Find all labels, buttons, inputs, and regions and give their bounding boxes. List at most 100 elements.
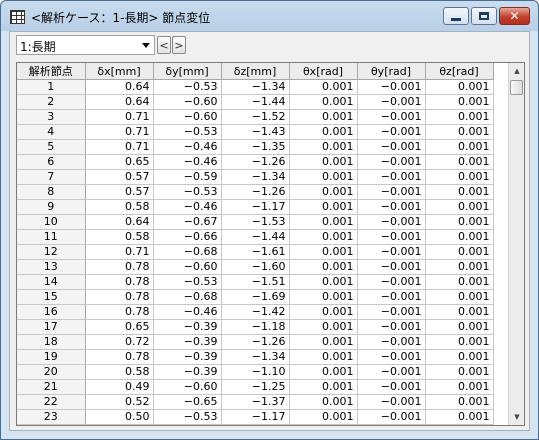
table-cell[interactable]: −0.59 — [153, 169, 222, 185]
column-header[interactable]: θy[rad] — [357, 63, 426, 80]
table-cell[interactable]: −1.26 — [221, 184, 290, 200]
table-cell[interactable]: −1.44 — [221, 94, 290, 110]
scroll-thumb[interactable] — [510, 80, 523, 95]
row-header-cell[interactable]: 11 — [17, 229, 86, 245]
table-cell[interactable]: −1.60 — [221, 259, 290, 275]
table-cell[interactable]: 0.001 — [289, 124, 358, 140]
row-header-cell[interactable]: 2 — [17, 94, 86, 110]
table-cell[interactable]: −0.001 — [357, 124, 426, 140]
table-cell[interactable]: 0.50 — [85, 409, 154, 425]
table-cell[interactable]: −1.51 — [221, 274, 290, 290]
table-cell[interactable]: −1.10 — [221, 364, 290, 380]
row-header-cell[interactable]: 20 — [17, 364, 86, 380]
row-header-cell[interactable]: 5 — [17, 139, 86, 155]
table-cell[interactable]: −0.001 — [357, 409, 426, 425]
table-cell[interactable]: 0.72 — [85, 334, 154, 350]
table-row[interactable]: 18 0.72 −0.39 −1.26 0.001 −0.001 0.001 — [17, 334, 494, 350]
table-cell[interactable]: −0.60 — [153, 379, 222, 395]
table-cell[interactable]: −1.35 — [221, 139, 290, 155]
table-row[interactable]: 5 0.71 −0.46 −1.35 0.001 −0.001 0.001 — [17, 139, 494, 155]
table-cell[interactable]: −0.68 — [153, 289, 222, 305]
title-bar[interactable]: <解析ケース：1-長期> 節点変位 ✕ — [1, 1, 538, 31]
row-header-cell[interactable]: 22 — [17, 394, 86, 410]
table-cell[interactable]: 0.001 — [289, 304, 358, 320]
table-row[interactable]: 6 0.65 −0.46 −1.26 0.001 −0.001 0.001 — [17, 154, 494, 170]
row-header-cell[interactable]: 18 — [17, 334, 86, 350]
table-cell[interactable]: −0.001 — [357, 289, 426, 305]
table-cell[interactable]: 0.001 — [425, 214, 494, 230]
table-cell[interactable]: 0.001 — [289, 169, 358, 185]
table-cell[interactable]: 0.001 — [289, 364, 358, 380]
table-cell[interactable]: −0.53 — [153, 79, 222, 95]
table-cell[interactable]: 0.001 — [425, 304, 494, 320]
table-row[interactable]: 19 0.78 −0.39 −1.34 0.001 −0.001 0.001 — [17, 349, 494, 365]
row-header-cell[interactable]: 10 — [17, 214, 86, 230]
table-row[interactable]: 7 0.57 −0.59 −1.34 0.001 −0.001 0.001 — [17, 169, 494, 185]
table-cell[interactable]: 0.65 — [85, 319, 154, 335]
table-cell[interactable]: −1.34 — [221, 349, 290, 365]
table-cell[interactable]: −1.43 — [221, 124, 290, 140]
table-cell[interactable]: 0.001 — [425, 394, 494, 410]
table-cell[interactable]: −0.001 — [357, 274, 426, 290]
table-cell[interactable]: 0.001 — [289, 139, 358, 155]
row-header-cell[interactable]: 13 — [17, 259, 86, 275]
table-cell[interactable]: 0.001 — [425, 364, 494, 380]
row-header-cell[interactable]: 1 — [17, 79, 86, 95]
table-cell[interactable]: 0.49 — [85, 379, 154, 395]
table-row[interactable]: 22 0.52 −0.65 −1.37 0.001 −0.001 0.001 — [17, 394, 494, 410]
table-row[interactable]: 1 0.64 −0.53 −1.34 0.001 −0.001 0.001 — [17, 79, 494, 95]
table-cell[interactable]: −1.52 — [221, 109, 290, 125]
table-cell[interactable]: −1.69 — [221, 289, 290, 305]
table-row[interactable]: 10 0.64 −0.67 −1.53 0.001 −0.001 0.001 — [17, 214, 494, 230]
table-cell[interactable]: 0.001 — [289, 289, 358, 305]
table-cell[interactable]: 0.001 — [289, 109, 358, 125]
table-cell[interactable]: 0.001 — [289, 214, 358, 230]
table-cell[interactable]: −0.39 — [153, 349, 222, 365]
table-cell[interactable]: 0.001 — [425, 94, 494, 110]
table-cell[interactable]: 0.52 — [85, 394, 154, 410]
row-header-cell[interactable]: 3 — [17, 109, 86, 125]
table-row[interactable]: 9 0.58 −0.46 −1.17 0.001 −0.001 0.001 — [17, 199, 494, 215]
column-header-node[interactable]: 解析節点 — [17, 63, 86, 80]
table-cell[interactable]: 0.001 — [425, 379, 494, 395]
row-header-cell[interactable]: 14 — [17, 274, 86, 290]
table-cell[interactable]: −0.66 — [153, 229, 222, 245]
table-cell[interactable]: −0.001 — [357, 259, 426, 275]
table-cell[interactable]: 0.001 — [425, 274, 494, 290]
table-cell[interactable]: −0.001 — [357, 334, 426, 350]
table-cell[interactable]: −1.17 — [221, 409, 290, 425]
table-row[interactable]: 14 0.78 −0.53 −1.51 0.001 −0.001 0.001 — [17, 274, 494, 290]
vertical-scrollbar[interactable]: ▲ ▼ — [508, 63, 524, 425]
table-cell[interactable]: −0.60 — [153, 109, 222, 125]
table-cell[interactable]: −0.46 — [153, 304, 222, 320]
table-cell[interactable]: 0.001 — [425, 289, 494, 305]
table-cell[interactable]: 0.71 — [85, 139, 154, 155]
table-row[interactable]: 4 0.71 −0.53 −1.43 0.001 −0.001 0.001 — [17, 124, 494, 140]
row-header-cell[interactable]: 12 — [17, 244, 86, 260]
table-cell[interactable]: 0.001 — [289, 184, 358, 200]
table-row[interactable]: 16 0.78 −0.46 −1.42 0.001 −0.001 0.001 — [17, 304, 494, 320]
table-cell[interactable]: −0.39 — [153, 334, 222, 350]
table-cell[interactable]: −0.001 — [357, 139, 426, 155]
column-header[interactable]: δy[mm] — [153, 63, 222, 80]
table-cell[interactable]: 0.001 — [289, 334, 358, 350]
table-cell[interactable]: 0.58 — [85, 364, 154, 380]
row-header-cell[interactable]: 16 — [17, 304, 86, 320]
row-header-cell[interactable]: 21 — [17, 379, 86, 395]
table-row[interactable]: 15 0.78 −0.68 −1.69 0.001 −0.001 0.001 — [17, 289, 494, 305]
table-cell[interactable]: −0.001 — [357, 214, 426, 230]
table-cell[interactable]: −1.34 — [221, 169, 290, 185]
table-cell[interactable]: −1.17 — [221, 199, 290, 215]
table-cell[interactable]: −0.001 — [357, 79, 426, 95]
table-cell[interactable]: −0.68 — [153, 244, 222, 260]
table-cell[interactable]: −0.001 — [357, 184, 426, 200]
table-cell[interactable]: −1.61 — [221, 244, 290, 260]
table-cell[interactable]: −0.001 — [357, 154, 426, 170]
table-row[interactable]: 11 0.58 −0.66 −1.44 0.001 −0.001 0.001 — [17, 229, 494, 245]
table-cell[interactable]: −0.001 — [357, 109, 426, 125]
table-cell[interactable]: 0.64 — [85, 79, 154, 95]
table-cell[interactable]: −0.65 — [153, 394, 222, 410]
table-cell[interactable]: −0.46 — [153, 199, 222, 215]
row-header-cell[interactable]: 6 — [17, 154, 86, 170]
column-header[interactable]: θz[rad] — [425, 63, 494, 80]
